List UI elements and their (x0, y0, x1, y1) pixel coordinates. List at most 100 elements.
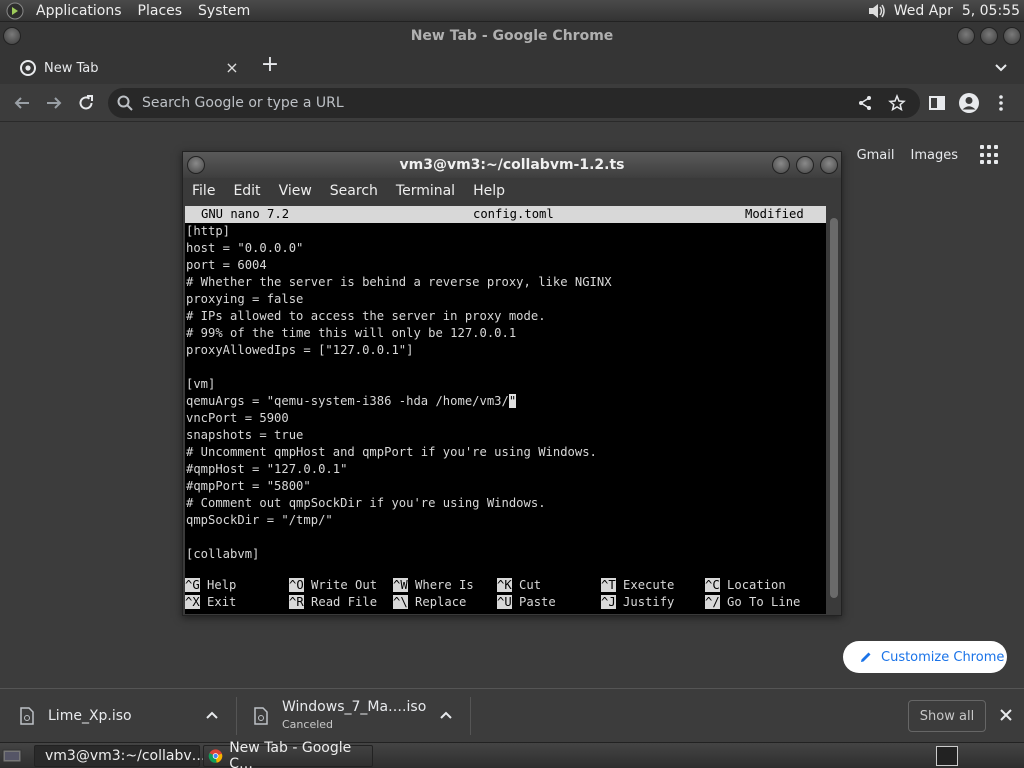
workspace-switcher[interactable] (936, 746, 958, 766)
download-divider (470, 697, 471, 735)
terminal-window-menu-button[interactable] (187, 156, 205, 174)
google-apps-grid-icon[interactable] (980, 145, 1000, 165)
shortcut-where-is: ^W Where Is (393, 578, 474, 592)
chrome-window-titlebar[interactable]: New Tab - Google Chrome (0, 22, 1024, 50)
text-cursor: " (508, 394, 517, 408)
taskbar-terminal-label: vm3@vm3:~/collabv… (45, 748, 206, 764)
editor-line-text: qemuArgs = "qemu-system-i386 -hda /home/… (186, 394, 509, 408)
taskbar-chrome-button[interactable]: New Tab - Google C… (203, 740, 373, 768)
file-icon (20, 707, 34, 725)
terminal-titlebar[interactable]: vm3@vm3:~/collabvm-1.2.ts (183, 152, 841, 178)
clock[interactable]: Wed Apr 5, 05:55 (894, 3, 1020, 19)
reload-icon[interactable] (75, 92, 97, 114)
terminal-menu-view[interactable]: View (270, 183, 321, 199)
download-divider (236, 697, 237, 735)
forward-arrow-icon[interactable] (43, 92, 65, 114)
terminal-menu-edit[interactable]: Edit (224, 183, 269, 199)
tab-search-chevron-icon[interactable] (992, 58, 1010, 76)
terminal-menu-search[interactable]: Search (321, 183, 387, 199)
shortcut-justify: ^J Justify (601, 595, 675, 609)
gmail-link[interactable]: Gmail (857, 148, 895, 163)
terminal-scrollbar-thumb[interactable] (830, 218, 838, 598)
volume-icon[interactable] (866, 2, 888, 20)
editor-line: proxying = false (186, 292, 304, 306)
editor-line: [vm] (186, 377, 216, 391)
editor-line: #qmpPort = "5800" (186, 479, 311, 493)
terminal-menu-file[interactable]: File (183, 183, 224, 199)
terminal-close-button[interactable] (820, 156, 838, 174)
places-menu[interactable]: Places (136, 3, 185, 19)
search-icon (117, 95, 133, 111)
terminal-screen[interactable]: GNU nano 7.2 config.toml Modified [http]… (185, 206, 826, 614)
pencil-icon (861, 652, 871, 662)
editor-line: # 99% of the time this will only be 127.… (186, 326, 517, 340)
terminal-maximize-button[interactable] (796, 156, 814, 174)
profile-avatar-icon[interactable] (958, 92, 980, 114)
editor-line-with-cursor: qemuArgs = "qemu-system-i386 -hda /home/… (185, 393, 826, 410)
shortcut-go-to-line: ^/ Go To Line (705, 595, 801, 609)
close-window-button[interactable] (1003, 27, 1021, 45)
downloads-bar: Lime_Xp.iso Windows_7_Ma….iso Canceled S… (0, 688, 1024, 742)
show-desktop-icon[interactable] (2, 747, 22, 765)
editor-line: # Comment out qmpSockDir if you're using… (186, 496, 546, 510)
tab-new-tab[interactable]: New Tab × (8, 52, 248, 84)
terminal-minimize-button[interactable] (772, 156, 790, 174)
tab-close-icon[interactable]: × (224, 60, 240, 76)
omnibox-placeholder: Search Google or type a URL (142, 95, 344, 111)
terminal-menu-help[interactable]: Help (464, 183, 514, 199)
omnibox[interactable]: Search Google or type a URL (108, 88, 920, 118)
system-menu[interactable]: System (196, 3, 252, 19)
terminal-window: vm3@vm3:~/collabvm-1.2.ts File Edit View… (182, 151, 842, 616)
download-filename: Lime_Xp.iso (48, 708, 132, 724)
nano-version: GNU nano 7.2 (201, 207, 290, 221)
terminal-menubar: File Edit View Search Terminal Help (183, 178, 841, 204)
back-arrow-icon[interactable] (11, 92, 33, 114)
customize-chrome-label: Customize Chrome (881, 649, 1005, 665)
taskbar-terminal-button[interactable]: vm3@vm3:~/collabv… (34, 745, 206, 767)
close-downloads-bar-icon[interactable] (998, 707, 1014, 723)
download-options-chevron-icon[interactable] (438, 707, 454, 723)
shortcut-read-file: ^R Read File (289, 595, 378, 609)
taskbar-chrome-label: New Tab - Google C… (229, 740, 352, 768)
terminal-menu-terminal[interactable]: Terminal (387, 183, 464, 199)
chrome-toolbar: Search Google or type a URL (0, 84, 1024, 122)
chrome-logo-icon (208, 749, 223, 763)
side-panel-icon[interactable] (926, 92, 948, 114)
editor-line: proxyAllowedIps = ["127.0.0.1"] (186, 343, 414, 357)
download-options-chevron-icon[interactable] (204, 707, 220, 723)
window-menu-button[interactable] (3, 27, 21, 45)
nano-shortcut-bar: ^G Help ^O Write Out ^W Where Is ^K Cut … (185, 577, 826, 611)
chrome-menu-kebab-icon[interactable] (990, 92, 1012, 114)
new-tab-button[interactable]: + (258, 54, 282, 78)
terminal-scrollbar[interactable] (827, 206, 841, 614)
gnome-foot-icon[interactable] (4, 0, 26, 22)
customize-chrome-button[interactable]: Customize Chrome (843, 641, 1007, 673)
minimize-button[interactable] (957, 27, 975, 45)
terminal-title: vm3@vm3:~/collabvm-1.2.ts (399, 157, 625, 173)
show-all-downloads-button[interactable]: Show all (908, 700, 986, 732)
shortcut-location: ^C Location (705, 578, 786, 592)
shortcut-help: ^G Help (185, 578, 237, 592)
editor-line: [http] (185, 223, 826, 240)
share-icon[interactable] (856, 94, 874, 112)
download-filename: Windows_7_Ma….iso (282, 699, 427, 715)
maximize-button[interactable] (980, 27, 998, 45)
images-link[interactable]: Images (911, 148, 959, 163)
editor-line: [collabvm] (186, 547, 260, 561)
editor-line: # Whether the server is behind a reverse… (186, 275, 612, 289)
bookmark-star-icon[interactable] (888, 94, 906, 112)
bottom-panel: vm3@vm3:~/collabv… New Tab - Google C… (0, 740, 1024, 768)
download-item[interactable]: Windows_7_Ma….iso Canceled (254, 689, 426, 743)
editor-line: # IPs allowed to access the server in pr… (186, 309, 546, 323)
nano-modified-status: Modified (745, 207, 804, 221)
ntp-header-links: Gmail Images (857, 145, 1000, 165)
shortcut-write-out: ^O Write Out (289, 578, 378, 592)
shortcut-paste: ^U Paste (497, 595, 556, 609)
applications-menu[interactable]: Applications (34, 3, 124, 19)
tab-title: New Tab (44, 60, 99, 76)
nano-filename: config.toml (473, 207, 554, 221)
editor-line: #qmpHost = "127.0.0.1" (186, 462, 348, 476)
download-item[interactable]: Lime_Xp.iso (20, 689, 132, 743)
